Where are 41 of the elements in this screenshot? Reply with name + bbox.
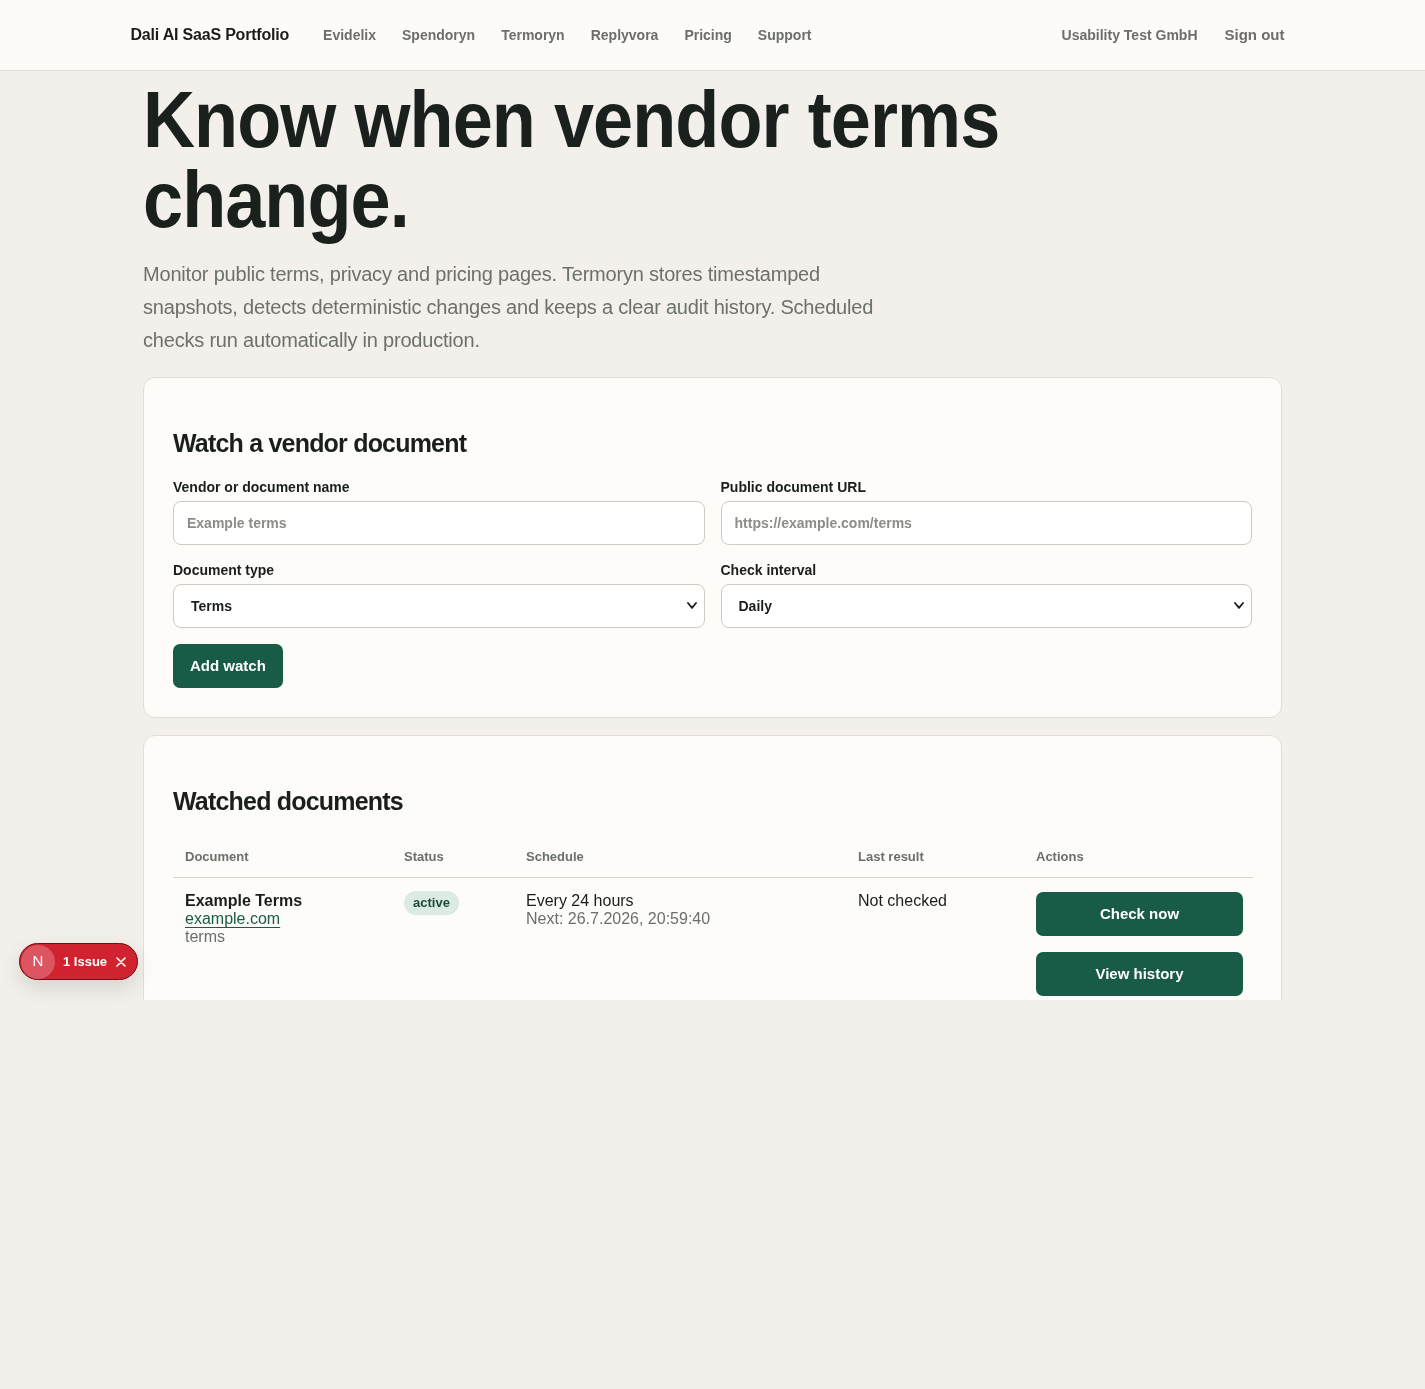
dropdown-select[interactable]: Daily xyxy=(720,584,1252,628)
sign-out-link[interactable]: Sign out xyxy=(1224,23,1285,47)
close-icon[interactable] xyxy=(116,956,127,967)
column-header: Actions xyxy=(1024,841,1253,878)
brand-link[interactable]: Dali AI SaaS Portfolio xyxy=(130,23,290,47)
column-header: Document xyxy=(173,841,392,878)
next-check-text: Next: 26.7.2026, 20:59:40 xyxy=(526,910,712,928)
status-badge: active xyxy=(404,891,459,915)
field-label: Check interval xyxy=(720,561,818,580)
chevron-down-icon xyxy=(686,602,697,609)
text-input[interactable]: https://example.com/terms xyxy=(720,501,1252,545)
document-type: terms xyxy=(185,928,226,946)
document-link[interactable]: example.com xyxy=(185,910,281,928)
nav-link[interactable]: Replyvora xyxy=(590,24,659,46)
nav-link[interactable]: Evidelix xyxy=(323,24,376,46)
nav-link[interactable]: Support xyxy=(757,24,812,46)
issue-count: 1 Issue xyxy=(63,952,108,971)
add-watch-button[interactable]: Add watch xyxy=(173,644,283,688)
action-button[interactable]: View history xyxy=(1036,952,1243,996)
issues-badge[interactable]: N 1 Issue xyxy=(19,943,138,980)
dropdown-select[interactable]: Terms xyxy=(173,584,705,628)
field-label: Public document URL xyxy=(720,478,867,497)
chevron-down-icon xyxy=(1234,602,1244,609)
section-title: Watch a vendor document xyxy=(173,428,468,458)
table-cell: Not checked xyxy=(846,877,1024,996)
section-title: Watched documents xyxy=(173,786,404,816)
column-header: Status xyxy=(392,841,514,878)
nav-link[interactable]: Termoryn xyxy=(501,24,565,46)
nav-link[interactable]: Spendoryn xyxy=(402,24,476,46)
nav-link[interactable]: Pricing xyxy=(684,24,732,46)
action-button[interactable]: Check now xyxy=(1036,892,1243,936)
document-name: Example Terms xyxy=(185,892,304,910)
logo-badge: N xyxy=(21,944,55,979)
column-header: Last result xyxy=(846,841,1024,878)
intro-paragraph: Monitor public terms, privacy and pricing pages. Termoryn stores timestamped snapshots, detects deterministic changes and keeps a clear audit history. Scheduled checks run automatically in production. xyxy=(143,262,875,353)
field-label: Vendor or document name xyxy=(173,478,351,497)
field-label: Document type xyxy=(173,561,276,580)
text-input[interactable]: Example terms xyxy=(173,501,705,545)
column-header: Schedule xyxy=(514,841,846,878)
account-link[interactable]: Usability Test GmbH xyxy=(1061,24,1198,46)
schedule-text: Every 24 hours xyxy=(526,892,635,910)
